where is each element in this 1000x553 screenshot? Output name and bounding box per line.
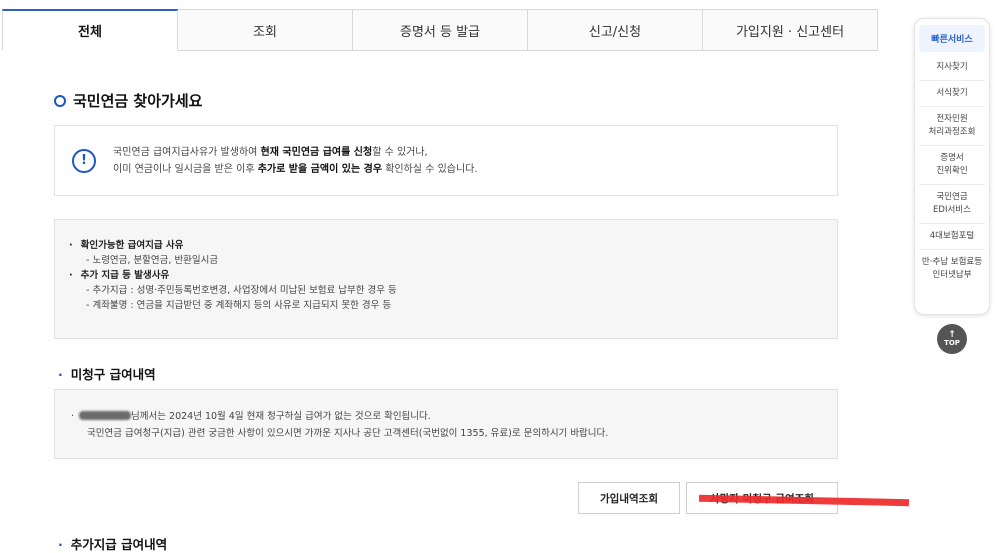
masked-name xyxy=(79,411,132,420)
quick-item-4insurance[interactable]: 4대보험포털 xyxy=(919,224,985,250)
section-title-unclaimed: 미청구 급여내역 xyxy=(58,364,156,383)
arrow-up-icon: ↑ xyxy=(948,330,956,340)
reason-heading-additional: 추가 지급 등 발생사유 xyxy=(69,268,837,283)
notice-line2-bold: 추가로 받을 금액이 있는 경우 xyxy=(257,163,383,175)
notice-line2-c: 확인하실 수 있습니다. xyxy=(382,163,478,175)
tabs-divider xyxy=(180,50,878,51)
tab-support-center[interactable]: 가입지원 · 신고센터 xyxy=(703,9,878,51)
quick-item-civil-status[interactable]: 전자민원 처리과정조회 xyxy=(919,107,985,146)
quick-service-title: 빠른서비스 xyxy=(919,25,985,52)
circle-bullet-icon xyxy=(54,94,66,107)
info-icon: ! xyxy=(72,148,96,173)
quick-item-cert-verify[interactable]: 증명서 진위확인 xyxy=(919,146,985,185)
page-title: 국민연금 찾아가세요 xyxy=(54,90,202,111)
payment-reasons-box: 확인가능한 급여지급 사유 - 노령연금, 분할연금, 반환일시금 추가 지급 … xyxy=(54,219,838,339)
quick-item-branch[interactable]: 지사찾기 xyxy=(919,55,985,81)
tab-inquiry[interactable]: 조회 xyxy=(178,9,353,51)
notice-line1-c: 할 수 있거나, xyxy=(372,146,428,158)
notice-line1-bold: 현재 국민연금 급여를 신청 xyxy=(260,146,373,158)
notice-box: ! 국민연금 급여지급사유가 발생하여 현재 국민연금 급여를 신청할 수 있거… xyxy=(54,125,838,196)
reason-heading-available: 확인가능한 급여지급 사유 xyxy=(69,238,837,253)
subscription-history-button[interactable]: 가입내역조회 xyxy=(578,482,680,514)
notice-line1-a: 국민연금 급여지급사유가 발생하여 xyxy=(113,146,261,158)
tab-certificate[interactable]: 증명서 등 발급 xyxy=(353,9,528,51)
tab-all[interactable]: 전체 xyxy=(2,9,178,51)
reason-available-list: - 노령연금, 분할연금, 반환일시금 xyxy=(86,255,219,266)
quick-item-forms[interactable]: 서식찾기 xyxy=(919,81,985,107)
top-label: TOP xyxy=(944,339,960,347)
reason-additional-2: - 계좌불명 : 연금을 지급받던 중 계좌해지 등의 사유로 지급되지 못한 … xyxy=(86,300,392,311)
result-line-1: · 님께서는 2024년 10월 4일 현재 청구하실 급여가 없는 것으로 확… xyxy=(71,411,431,422)
page-title-text: 국민연금 찾아가세요 xyxy=(73,92,203,110)
service-tabs: 전체 조회 증명서 등 발급 신고/신청 가입지원 · 신고센터 xyxy=(2,9,878,51)
quick-item-edi[interactable]: 국민연금 EDI서비스 xyxy=(919,185,985,224)
result-line-1-text: 님께서는 2024년 10월 4일 현재 청구하실 급여가 없는 것으로 확인됩… xyxy=(131,411,431,422)
quick-service-panel: 빠른서비스 지사찾기 서식찾기 전자민원 처리과정조회 증명서 진위확인 국민연… xyxy=(914,18,990,315)
result-line-2: 국민연금 급여청구(지급) 관련 궁금한 사항이 있으시면 가까운 지사나 공단… xyxy=(87,428,609,439)
unclaimed-result-box: · 님께서는 2024년 10월 4일 현재 청구하실 급여가 없는 것으로 확… xyxy=(54,389,838,459)
scroll-top-button[interactable]: ↑ TOP xyxy=(937,324,967,354)
tab-report-apply[interactable]: 신고/신청 xyxy=(528,9,703,51)
notice-line2-a: 이미 연금이나 일시금을 받은 이후 xyxy=(113,163,258,175)
quick-item-payment[interactable]: 반·추납 보험료등 인터넷납부 xyxy=(919,250,985,288)
reason-additional-1: - 추가지급 : 성명·주민등록번호변경, 사업장에서 미납된 보험료 납부한 … xyxy=(86,285,397,296)
notice-text: 국민연금 급여지급사유가 발생하여 현재 국민연금 급여를 신청할 수 있거나,… xyxy=(113,144,478,178)
